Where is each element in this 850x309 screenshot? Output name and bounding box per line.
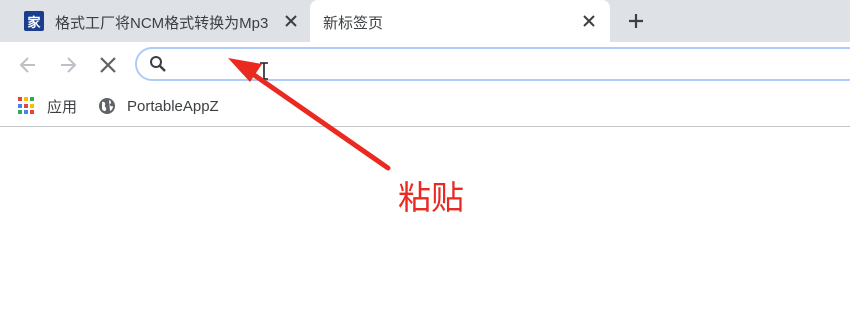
tab-format-factory[interactable]: 家 格式工厂将NCM格式转换为Mp3 — [0, 0, 310, 42]
bookmark-apps[interactable]: 应用 — [18, 94, 77, 118]
tab-new-tab[interactable]: 新标签页 — [310, 0, 610, 42]
apps-dot — [18, 110, 22, 115]
text-cursor-icon — [260, 62, 268, 80]
apps-grid-icon — [18, 97, 36, 115]
tab-close-icon[interactable] — [280, 10, 302, 32]
globe-icon — [99, 98, 115, 114]
bookmark-label: 应用 — [47, 98, 78, 116]
bookmark-portableappz[interactable]: PortableAppZ — [98, 94, 219, 118]
plus-icon — [629, 14, 643, 28]
apps-dot — [24, 103, 28, 108]
apps-dot — [18, 97, 22, 101]
tab-title: 新标签页 — [323, 15, 384, 32]
apps-dot — [30, 103, 34, 108]
new-tab-button[interactable] — [624, 9, 648, 33]
arrow-right-icon — [61, 57, 77, 73]
apps-dot — [30, 110, 34, 115]
arrow-left-icon — [19, 57, 35, 73]
forward-button[interactable] — [55, 52, 81, 78]
address-bar[interactable] — [135, 47, 850, 81]
annotation-label: 粘贴 — [398, 178, 464, 217]
search-icon — [150, 56, 166, 72]
site-favicon-icon: 家 — [24, 11, 44, 31]
close-icon — [100, 57, 116, 73]
back-button[interactable] — [15, 52, 41, 78]
bookmarks-bar: 应用 PortableAppZ — [0, 88, 850, 127]
stop-button[interactable] — [95, 52, 121, 78]
apps-dot — [18, 103, 22, 108]
apps-dot — [30, 97, 34, 101]
tab-close-icon[interactable] — [578, 10, 600, 32]
toolbar — [0, 42, 850, 88]
bookmark-label: PortableAppZ — [127, 97, 219, 115]
apps-dot — [24, 97, 28, 101]
tab-strip: 家 格式工厂将NCM格式转换为Mp3 新标签页 — [0, 0, 850, 42]
apps-dot — [24, 110, 28, 115]
tab-title: 格式工厂将NCM格式转换为Mp3 — [55, 15, 269, 32]
